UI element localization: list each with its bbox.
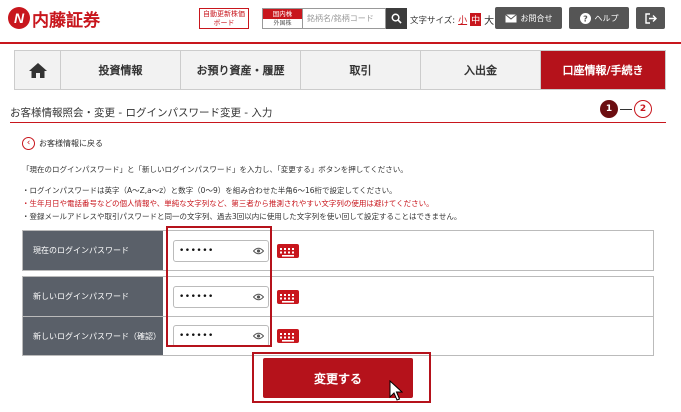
nav-home[interactable] [15,51,61,89]
market-domestic[interactable]: 国内株 [263,9,302,19]
help-button[interactable]: ? ヘルプ [569,7,629,29]
logo-mark-icon: N [8,7,30,29]
submit-label: 変更する [313,371,362,386]
confirm-password-row: 新しいログインパスワード（確認） •••••• [23,316,653,355]
market-foreign[interactable]: 外国株 [263,19,302,28]
current-password-label: 現在のログインパスワード [23,231,163,270]
current-password-table: 現在のログインパスワード •••••• [22,230,654,271]
font-size-selector: 文字サイズ: 小 中 大 [410,12,494,27]
instruction-text: 「現在のログインパスワード」と「新しいログインパスワード」を入力し、「変更する」… [22,165,408,174]
font-size-small[interactable]: 小 [458,13,467,26]
new-password-row: 新しいログインパスワード •••••• [23,277,653,316]
company-logo[interactable]: N 内藤証券 [8,6,100,31]
password-warning-note: ・生年月日や電話番号などの個人情報や、単純な文字列など、第三者から推測されやすい… [22,199,434,208]
main-nav: 投資情報 お預り資産・履歴 取引 入出金 口座情報/手続き [14,50,666,90]
mail-icon [504,13,517,22]
realtime-board-label: 自動更新株価ボード [203,10,245,27]
chevron-left-icon: ‹ [22,137,35,150]
logout-button[interactable] [636,7,665,29]
logo-text: 内藤証券 [32,10,100,31]
stock-search: 国内株 外国株 銘柄名/銘柄コード [262,8,407,29]
back-link[interactable]: ‹ お客様情報に戻る [22,137,103,150]
new-password-table: 新しいログインパスワード •••••• 新しいログインパスワード（確認） •••… [22,276,654,356]
page-title: お客様情報照会・変更 - ログインパスワード変更 - 入力 [10,107,273,119]
confirm-password-label: 新しいログインパスワード（確認） [23,317,163,355]
header-divider [0,42,681,44]
search-icon [391,13,402,24]
nav-assets-history[interactable]: お預り資産・履歴 [181,51,301,89]
help-label: ヘルプ [594,13,619,23]
search-input[interactable]: 銘柄名/銘柄コード [302,8,386,29]
software-keyboard-icon[interactable] [277,243,299,258]
nav-account-info[interactable]: 口座情報/手続き [541,51,665,89]
question-icon: ? [579,12,591,24]
password-rule-note: ・ログインパスワードは英字（A～Z,a～z）と数字（0～9）を組み合わせた半角6… [22,186,397,195]
search-button[interactable] [386,8,407,29]
mouse-cursor-icon [389,380,403,401]
nav-investment-info[interactable]: 投資情報 [61,51,181,89]
nav-investment-info-label: 投資情報 [98,64,143,77]
password-reuse-note: ・登録メールアドレスや取引パスワードと同一の文字列、過去3回以内に使用した文字列… [22,212,462,221]
font-size-label: 文字サイズ: [410,15,456,26]
home-icon [28,62,47,78]
contact-label: お問合せ [520,13,553,23]
contact-button[interactable]: お問合せ [495,7,562,29]
font-size-large[interactable]: 大 [484,12,494,27]
password-fields-highlight [166,226,272,347]
software-keyboard-icon[interactable] [277,329,299,343]
nav-assets-history-label: お預り資産・履歴 [196,64,285,77]
nav-trade[interactable]: 取引 [301,51,421,89]
nav-account-info-label: 口座情報/手続き [562,64,644,77]
nav-deposit-withdrawal[interactable]: 入出金 [421,51,541,89]
back-link-label: お客様情報に戻る [39,139,103,148]
step-indicator: 1 2 [600,100,652,118]
current-password-row: 現在のログインパスワード •••••• [23,231,653,270]
market-selector[interactable]: 国内株 外国株 [262,8,302,29]
svg-text:?: ? [583,14,588,23]
logout-icon [644,12,657,24]
title-rule [10,122,666,123]
software-keyboard-icon[interactable] [277,289,299,304]
nav-trade-label: 取引 [349,64,372,77]
site-header: N 内藤証券 自動更新株価ボード 国内株 外国株 銘柄名/銘柄コード 文字サイズ… [0,0,681,38]
realtime-board-button[interactable]: 自動更新株価ボード [199,8,249,29]
step-connector [620,108,632,110]
step-2: 2 [634,100,652,118]
step-1: 1 [600,100,618,118]
font-size-medium[interactable]: 中 [470,13,482,26]
new-password-label: 新しいログインパスワード [23,277,163,316]
nav-deposit-withdrawal-label: 入出金 [464,64,497,77]
